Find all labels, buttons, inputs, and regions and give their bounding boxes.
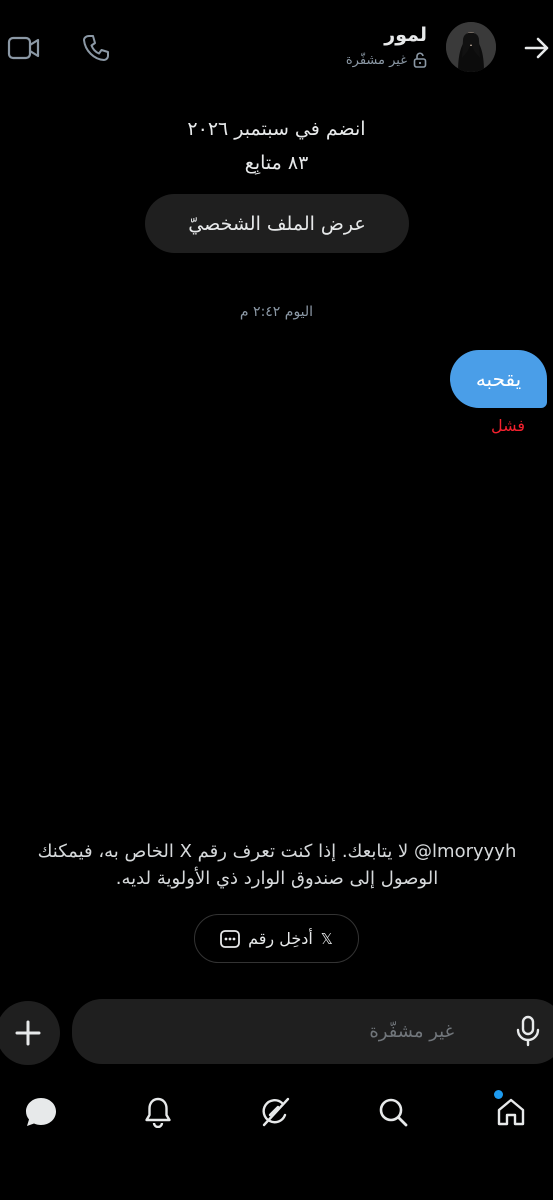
message-failed-status[interactable]: فشل bbox=[491, 416, 525, 435]
joined-date: انضم في سبتمبر ٢٠٢٦ bbox=[187, 118, 366, 140]
message-input[interactable] bbox=[174, 1013, 454, 1049]
nav-messages[interactable] bbox=[21, 1092, 61, 1132]
avatar[interactable] bbox=[446, 22, 496, 72]
home-notification-dot bbox=[494, 1090, 503, 1099]
encryption-label: غير مشفّرة bbox=[345, 52, 407, 68]
phone-call-button[interactable] bbox=[78, 30, 114, 66]
lock-open-icon bbox=[413, 52, 427, 68]
arrow-right-icon bbox=[524, 37, 549, 59]
enter-number-label: أدخِل رقم bbox=[248, 929, 313, 948]
notifications-icon bbox=[145, 1097, 171, 1128]
video-icon bbox=[7, 36, 40, 60]
plus-icon bbox=[15, 1020, 41, 1046]
encryption-status: غير مشفّرة bbox=[346, 52, 427, 68]
video-call-button[interactable] bbox=[6, 30, 42, 66]
view-profile-button[interactable]: عرض الملف الشخصيّ bbox=[145, 194, 409, 253]
add-media-button[interactable] bbox=[0, 1001, 60, 1065]
message-composer bbox=[72, 999, 553, 1064]
message-timestamp: اليوم ٢:٤٢ م bbox=[239, 304, 314, 320]
messages-icon bbox=[26, 1098, 56, 1126]
conversation-name[interactable]: لمور bbox=[384, 24, 427, 46]
avatar-image bbox=[446, 22, 496, 72]
nav-grok[interactable] bbox=[255, 1092, 295, 1132]
home-icon bbox=[497, 1098, 525, 1126]
followers-count: ٨٣ متابِع bbox=[244, 152, 309, 174]
grok-icon bbox=[262, 1097, 290, 1127]
phone-icon bbox=[83, 35, 109, 61]
not-following-notice: @lmoryyyh لا يتابعك. إذا كنت تعرف رقم X … bbox=[30, 838, 524, 892]
enter-number-button[interactable]: أدخِل رقم 𝕏 bbox=[194, 914, 359, 963]
search-icon bbox=[379, 1098, 408, 1127]
microphone-icon bbox=[516, 1015, 540, 1047]
notice-handle[interactable]: @lmoryyyh bbox=[414, 841, 516, 862]
x-logo-icon: 𝕏 bbox=[320, 929, 333, 948]
back-button[interactable] bbox=[519, 30, 553, 66]
message-bubble[interactable]: يقحبه bbox=[450, 350, 547, 408]
keypad-icon bbox=[220, 929, 241, 948]
notice-text: لا يتابعك. إذا كنت تعرف رقم X الخاص به، … bbox=[37, 841, 439, 889]
nav-notifications[interactable] bbox=[138, 1092, 178, 1132]
voice-message-button[interactable] bbox=[512, 1015, 544, 1047]
nav-search[interactable] bbox=[373, 1092, 413, 1132]
